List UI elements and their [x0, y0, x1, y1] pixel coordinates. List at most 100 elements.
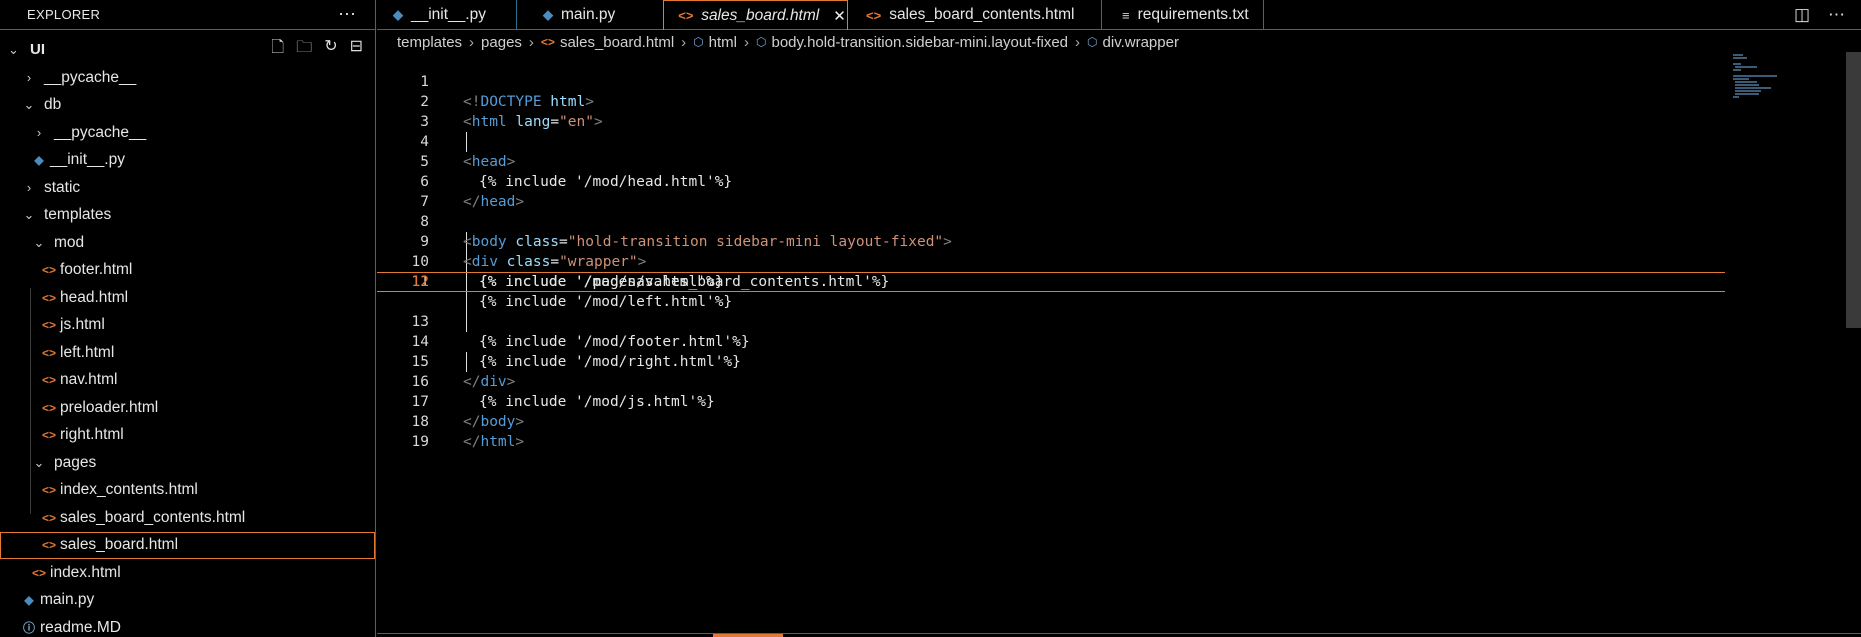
workspace-root-label: UI: [30, 41, 45, 58]
tree-item-readme[interactable]: ⓘ readme.MD: [0, 614, 375, 637]
tree-item-label: __pycache__: [44, 68, 137, 86]
tree-item-js-html[interactable]: <> js.html: [0, 312, 375, 340]
tab-sales-board-html[interactable]: <> sales_board.html ✕: [663, 0, 848, 30]
code-line[interactable]: 19: [377, 412, 1725, 450]
code-line[interactable]: 16 {% include '/mod/js.html'%}: [377, 352, 1725, 410]
tree-item-templates[interactable]: ⌄ templates: [0, 202, 375, 230]
code-line[interactable]: 5 {% include '/mod/head.html'%}: [377, 132, 1725, 190]
code-line[interactable]: 8 <body class="hold-transition sidebar-m…: [377, 192, 1725, 250]
code-line[interactable]: 3: [377, 92, 1725, 130]
code-line[interactable]: 10 {% include '/mod/nav.html'%}: [377, 232, 1725, 290]
code-line[interactable]: 13 {% include '/mod/footer.html'%}: [377, 292, 1725, 350]
tree-item-label: __pycache__: [54, 123, 147, 141]
chevron-right-icon: ›: [26, 180, 32, 196]
breadcrumb-folder-pages[interactable]: pages: [481, 34, 522, 51]
element-icon: ⬡: [1087, 35, 1098, 49]
tree-item-label: db: [44, 96, 62, 114]
html-file-icon: <>: [41, 428, 56, 443]
html-file-icon: <>: [41, 373, 56, 388]
explorer-title: EXPLORER: [27, 7, 101, 22]
python-file-icon: ◆: [34, 153, 44, 168]
tree-item-sales-board-contents-html[interactable]: <> sales_board_contents.html: [0, 504, 375, 532]
tree-item-static[interactable]: › static: [0, 174, 375, 202]
breadcrumb-folder-templates[interactable]: templates: [397, 34, 462, 51]
code-line[interactable]: 7: [377, 172, 1725, 210]
minimap[interactable]: [1729, 52, 1849, 102]
chevron-down-icon: ⌄: [23, 207, 35, 223]
tab-init-py[interactable]: ◆ __init__.py: [377, 0, 517, 30]
new-folder-icon[interactable]: 🗀: [296, 36, 312, 63]
breadcrumb-element-html[interactable]: html: [709, 34, 737, 51]
explorer-sidebar: EXPLORER ⋯ ⌄ UI 🗋 🗀 ↻ ⊟ › __pycache__ ⌄ …: [0, 0, 376, 637]
code-line[interactable]: 9 <div class="wrapper">: [377, 212, 1725, 270]
tree-item-pages[interactable]: ⌄ pages: [0, 449, 375, 477]
html-file-icon: <>: [31, 565, 46, 580]
tab-requirements-txt[interactable]: ≡ requirements.txt: [1102, 0, 1264, 30]
html-file-icon: <>: [41, 290, 56, 305]
tree-item-label: left.html: [60, 343, 115, 361]
tree-item-label: head.html: [60, 288, 129, 306]
tree-item-mod[interactable]: ⌄ mod: [0, 229, 375, 257]
html-file-icon: <>: [41, 483, 56, 498]
element-icon: ⬡: [756, 35, 767, 49]
tree-item-index-html[interactable]: <> index.html: [0, 559, 375, 587]
more-actions-icon[interactable]: ⋯: [338, 4, 357, 25]
tree-item-index-contents-html[interactable]: <> index_contents.html: [0, 477, 375, 505]
tree-item-label: sales_board.html: [60, 536, 179, 554]
code-editor[interactable]: 1 <!DOCTYPE html> 2 <html lang="en"> 3 4…: [377, 52, 1861, 637]
html-file-icon: <>: [540, 35, 555, 49]
tree-item-label: js.html: [60, 316, 105, 334]
workspace-root[interactable]: ⌄ UI 🗋 🗀 ↻ ⊟: [0, 29, 375, 69]
breadcrumb-element-div[interactable]: div.wrapper: [1103, 34, 1179, 51]
element-icon: ⬡: [693, 35, 704, 49]
line-text: </html>: [463, 434, 525, 450]
tree-item-db-pycache[interactable]: › __pycache__: [0, 119, 375, 147]
collapse-all-icon[interactable]: ⊟: [350, 36, 363, 63]
tree-item-label: mod: [54, 233, 85, 251]
code-line[interactable]: 4 <head>: [377, 112, 1725, 170]
explorer-header: EXPLORER ⋯: [0, 0, 375, 29]
line-number: 12: [411, 274, 429, 290]
chevron-down-icon[interactable]: ⌄: [8, 42, 26, 58]
tree-item-left-html[interactable]: <> left.html: [0, 339, 375, 367]
code-line[interactable]: 6 </head>: [377, 152, 1725, 210]
tree-item-sales-board-html[interactable]: <> sales_board.html: [0, 531, 375, 559]
tree-item-right-html[interactable]: <> right.html: [0, 422, 375, 450]
current-code-line[interactable]: 12 {% include '/pages/sales_board_conten…: [377, 272, 1725, 292]
breadcrumb-file[interactable]: sales_board.html: [560, 34, 674, 51]
tree-item-label: index_contents.html: [60, 481, 198, 499]
tab-sales-board-contents-html[interactable]: <> sales_board_contents.html: [848, 0, 1102, 30]
code-line[interactable]: 2 <html lang="en">: [377, 72, 1725, 130]
horizontal-scrollbar[interactable]: [377, 633, 1861, 637]
tab-label: main.py: [561, 6, 616, 23]
new-file-icon[interactable]: 🗋: [271, 36, 284, 63]
code-line[interactable]: 11 {% include '/mod/left.html'%}: [377, 252, 1725, 310]
code-line[interactable]: 14 {% include '/mod/right.html'%}: [377, 312, 1725, 370]
tree-item-init-py[interactable]: ◆ __init__.py: [0, 147, 375, 175]
code-line[interactable]: 17 </body>: [377, 372, 1725, 430]
chevron-right-icon: ›: [36, 125, 42, 141]
tab-main-py[interactable]: ◆ main.py: [517, 0, 664, 30]
code-line[interactable]: 15 </div>: [377, 332, 1725, 390]
split-editor-icon[interactable]: ◫: [1794, 5, 1810, 25]
breadcrumb: templates › pages › <> sales_board.html …: [397, 32, 1179, 52]
tree-item-pycache[interactable]: › __pycache__: [0, 64, 375, 92]
tree-item-head-html[interactable]: <> head.html: [0, 284, 375, 312]
tree-item-db[interactable]: ⌄ db: [0, 92, 375, 120]
tree-item-preloader-html[interactable]: <> preloader.html: [0, 394, 375, 422]
tree-item-nav-html[interactable]: <> nav.html: [0, 367, 375, 395]
tab-label: sales_board.html: [701, 6, 820, 24]
text-file-icon: ≡: [1122, 7, 1130, 23]
code-line[interactable]: 1 <!DOCTYPE html>: [377, 52, 1725, 110]
tree-item-label: sales_board_contents.html: [60, 508, 246, 526]
refresh-icon[interactable]: ↻: [324, 36, 337, 63]
tree-item-main-py[interactable]: ◆ main.py: [0, 587, 375, 615]
tree-item-footer-html[interactable]: <> footer.html: [0, 257, 375, 285]
tree-item-label: templates: [44, 206, 112, 224]
vertical-scrollbar[interactable]: [1846, 52, 1861, 328]
more-actions-icon[interactable]: ⋯: [1828, 5, 1845, 25]
breadcrumb-element-body[interactable]: body.hold-transition.sidebar-mini.layout…: [771, 34, 1068, 51]
close-icon[interactable]: ✕: [833, 7, 846, 25]
html-file-icon: <>: [866, 7, 882, 23]
code-line[interactable]: 18 </html>: [377, 392, 1725, 450]
